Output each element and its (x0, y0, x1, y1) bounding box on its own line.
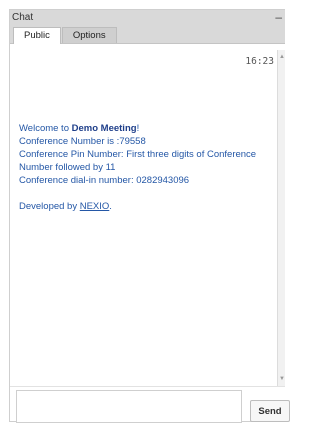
conference-dialin: Conference dial-in number: 0282943096 (19, 175, 190, 186)
message-scrollbar[interactable]: ▲ ▼ (277, 50, 285, 386)
tab-public[interactable]: Public (13, 27, 61, 44)
chat-title: Chat (12, 12, 34, 23)
conference-pin: Conference Pin Number: First three digit… (19, 149, 257, 173)
meeting-name: Demo Meeting (71, 123, 137, 134)
conference-number: Conference Number is :79558 (19, 136, 146, 147)
minimize-button[interactable]: – (275, 10, 282, 24)
message-input[interactable] (16, 390, 242, 423)
scroll-down-icon[interactable]: ▼ (279, 376, 285, 382)
send-button[interactable]: Send (250, 400, 290, 422)
system-message: Welcome to Demo Meeting! Conference Numb… (19, 122, 269, 213)
developer-link[interactable]: NEXIO (80, 201, 110, 212)
chat-panel: Chat – Public Options 16:23 Welcome to D… (9, 9, 290, 423)
composer-divider (10, 386, 285, 387)
scroll-up-icon[interactable]: ▲ (279, 54, 285, 60)
developed-prefix: Developed by (19, 201, 80, 212)
welcome-suffix: ! (136, 123, 140, 134)
welcome-prefix: Welcome to (19, 123, 72, 134)
tab-options[interactable]: Options (61, 27, 117, 43)
tab-bar: Public Options (13, 27, 118, 44)
message-area: 16:23 Welcome to Demo Meeting! Conferenc… (10, 50, 278, 386)
chat-header: Chat – Public Options (10, 10, 285, 44)
message-timestamp: 16:23 (245, 56, 274, 67)
developed-suffix: . (109, 201, 112, 212)
